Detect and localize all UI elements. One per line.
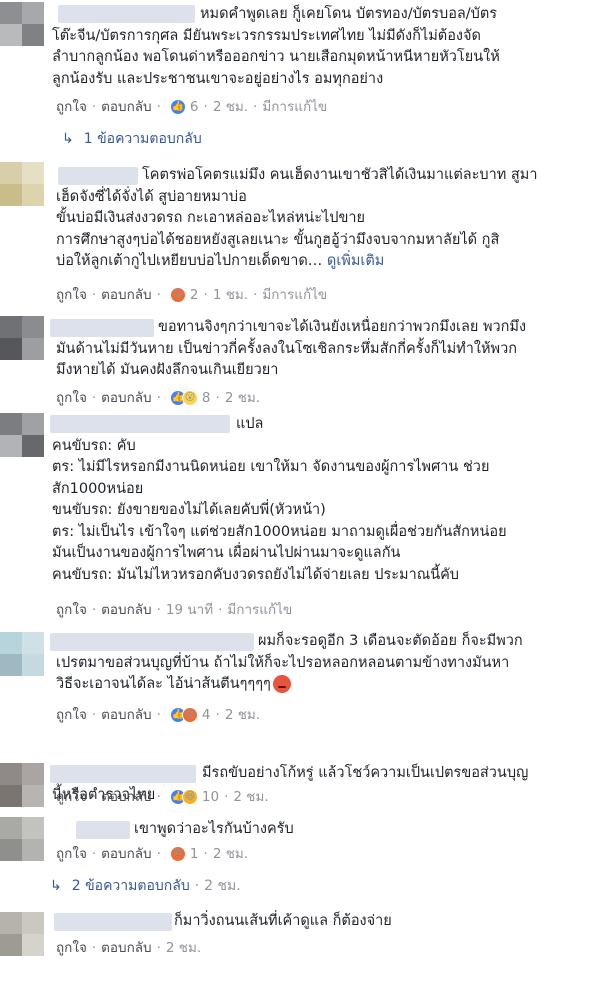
comment-text: ก็มาวิ่งถนนเส้นที่เค้าดูแล ก็ต้องจ่าย — [174, 913, 392, 929]
comment-actions: ถูกใจ · ตอบกลับ · 😡 1 · 2 ชม. — [56, 845, 249, 863]
view-replies-link[interactable]: ↳ 2 ข้อความตอบกลับ · 2 ชม. — [50, 877, 241, 895]
avatar[interactable] — [0, 817, 44, 861]
avatar[interactable] — [0, 162, 44, 206]
reply-arrow-icon: ↳ — [50, 878, 62, 894]
like-button[interactable]: ถูกใจ — [56, 706, 87, 724]
replies-timestamp: 2 ชม. — [204, 878, 241, 894]
comment: ผมก็จะรอดูอีก 3 เดือนจะตัดอ้อย ก็จะมีพวก… — [0, 630, 600, 730]
wow-icon: 😮 — [181, 390, 198, 406]
like-button[interactable]: ถูกใจ — [56, 788, 87, 806]
comment: หมดคำพูดเลย กู็เคยโดน บัตรทอง/บัตรบอล/บั… — [0, 0, 600, 150]
reaction-count: 10 — [201, 789, 220, 805]
comment-actions: ถูกใจ · ตอบกลับ · 👍 😡 4 · 2 ชม. — [56, 706, 261, 724]
comment-text: เขาพูดว่าอะไรกันบ้างครับ — [134, 821, 294, 837]
edited-label[interactable]: มีการแก้ไข — [262, 98, 327, 116]
reply-button[interactable]: ตอบกลับ — [101, 389, 151, 407]
timestamp[interactable]: 2 ชม. — [166, 939, 201, 957]
edited-label[interactable]: มีการแก้ไข — [227, 601, 292, 619]
like-button[interactable]: ถูกใจ — [56, 286, 87, 304]
see-more-link[interactable]: ดูเพิ่มเติม — [327, 253, 384, 269]
reactions[interactable]: 👍 😡 — [169, 707, 198, 723]
reply-button[interactable]: ตอบกลับ — [101, 98, 151, 116]
haha-icon: 😆 — [181, 789, 198, 805]
reaction-count: 6 — [189, 99, 199, 115]
comment-text: หมดคำพูดเลย กู็เคยโดน บัตรทอง/บัตรบอล/บั… — [52, 6, 500, 87]
comment-text: ขอทานจิงๆกว่าเขาจะได้เงินยังเหนื่อยกว่าพ… — [56, 319, 527, 378]
like-button[interactable]: ถูกใจ — [56, 98, 87, 116]
reactions[interactable]: 😡 — [169, 846, 186, 862]
reaction-count: 1 — [189, 846, 199, 862]
comment-text: แปล คนขับรถ: คับ ตร: ไม่มีไรหรอกมีงานนิด… — [52, 416, 507, 583]
like-button[interactable]: ถูกใจ — [56, 389, 87, 407]
reply-button[interactable]: ตอบกลับ — [101, 788, 151, 806]
avatar[interactable] — [0, 912, 44, 956]
comment-actions: ถูกใจ · ตอบกลับ · 😡 2 · 1 ชม. · มีการแก้… — [56, 286, 328, 304]
reactions[interactable]: 👍 — [169, 99, 186, 115]
avatar[interactable] — [0, 2, 44, 46]
comment-text: ผมก็จะรอดูอีก 3 เดือนจะตัดอ้อย ก็จะมีพวก… — [56, 633, 523, 693]
reaction-count: 8 — [201, 390, 211, 406]
comment: แปล คนขับรถ: คับ ตร: ไม่มีไรหรอกมีงานนิด… — [0, 413, 600, 623]
like-button[interactable]: ถูกใจ — [56, 601, 87, 619]
timestamp[interactable]: 2 ชม. — [225, 706, 260, 724]
edited-label[interactable]: มีการแก้ไข — [262, 286, 327, 304]
comment-actions: ถูกใจ · ตอบกลับ · 2 ชม. — [56, 939, 202, 957]
timestamp[interactable]: 19 นาที — [166, 601, 213, 619]
angry-icon: 😡 — [169, 287, 186, 303]
like-button[interactable]: ถูกใจ — [56, 939, 87, 957]
reply-arrow-icon: ↳ — [62, 131, 74, 147]
angry-icon: 😡 — [181, 707, 198, 723]
view-replies-link[interactable]: ↳ 1 ข้อความตอบกลับ — [62, 130, 202, 148]
comment: ก็มาวิ่งถนนเส้นที่เค้าดูแล ก็ต้องจ่าย ถู… — [0, 910, 600, 992]
reactions[interactable]: 😡 — [169, 287, 186, 303]
like-button[interactable]: ถูกใจ — [56, 845, 87, 863]
reactions[interactable]: 👍 😮 — [169, 390, 198, 406]
reply-button[interactable]: ตอบกลับ — [101, 706, 151, 724]
comment-actions: ถูกใจ · ตอบกลับ · 19 นาที · มีการแก้ไข — [56, 601, 293, 619]
timestamp[interactable]: 2 ชม. — [233, 788, 268, 806]
comment: โคตรพ่อโคตรแม่มึง คนเฮ็ดงานเขาชัวสิได้เง… — [0, 160, 600, 310]
comment-actions: ถูกใจ · ตอบกลับ · 👍 😆 10 · 2 ชม. — [56, 788, 269, 806]
angry-icon: 😡 — [169, 846, 186, 862]
angry-emoji-icon — [272, 675, 291, 693]
reply-button[interactable]: ตอบกลับ — [101, 286, 151, 304]
avatar[interactable] — [0, 316, 44, 360]
comment: เขาพูดว่าอะไรกันบ้างครับ ถูกใจ · ตอบกลับ… — [0, 817, 600, 897]
avatar[interactable] — [0, 413, 44, 457]
reaction-count: 4 — [201, 707, 211, 723]
reaction-count: 2 — [189, 287, 199, 303]
timestamp[interactable]: 2 ชม. — [213, 845, 248, 863]
reactions[interactable]: 👍 😆 — [169, 789, 198, 805]
timestamp[interactable]: 2 ชม. — [225, 389, 260, 407]
reply-button[interactable]: ตอบกลับ — [101, 601, 151, 619]
reply-button[interactable]: ตอบกลับ — [101, 939, 151, 957]
avatar[interactable] — [0, 632, 44, 676]
timestamp[interactable]: 1 ชม. — [213, 286, 248, 304]
comment: ขอทานจิงๆกว่าเขาจะได้เงินยังเหนื่อยกว่าพ… — [0, 316, 600, 411]
comment-text: โคตรพ่อโคตรแม่มึง คนเฮ็ดงานเขาชัวสิได้เง… — [56, 167, 538, 269]
reply-button[interactable]: ตอบกลับ — [101, 845, 151, 863]
like-icon: 👍 — [169, 99, 186, 115]
timestamp[interactable]: 2 ชม. — [213, 98, 248, 116]
comment-actions: ถูกใจ · ตอบกลับ · 👍 6 · 2 ชม. · มีการแก้… — [56, 98, 328, 116]
avatar[interactable] — [0, 763, 44, 807]
comment-actions: ถูกใจ · ตอบกลับ · 👍 😮 8 · 2 ชม. — [56, 389, 261, 407]
